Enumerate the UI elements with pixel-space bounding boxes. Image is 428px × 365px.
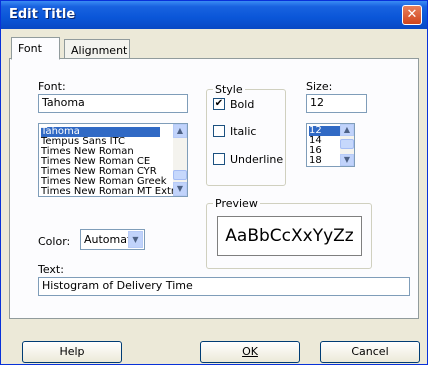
bold-label: Bold (230, 98, 255, 111)
preview-sample: AaBbCcXxYyZz (217, 216, 362, 256)
scroll-thumb[interactable] (340, 139, 354, 149)
scroll-down-button[interactable]: ▼ (173, 182, 187, 196)
size-list-item[interactable]: 18 (309, 156, 322, 166)
dropdown-button[interactable]: ▼ (128, 231, 143, 248)
title-bar[interactable]: Edit Title ✕ (1, 1, 427, 29)
scroll-down-button[interactable]: ▼ (340, 154, 354, 166)
font-list-scrollbar[interactable]: ▲ ▼ (173, 124, 187, 196)
close-icon: ✕ (406, 7, 418, 22)
size-label: Size: (306, 80, 333, 93)
tab-font[interactable]: Font (11, 37, 60, 60)
window-title: Edit Title (9, 7, 76, 22)
text-label: Text: (38, 263, 64, 276)
italic-label: Italic (230, 125, 257, 138)
color-select[interactable]: Automatic ▼ (80, 229, 145, 250)
scroll-thumb[interactable] (173, 170, 187, 180)
tab-alignment[interactable]: Alignment (64, 39, 130, 58)
font-list-item[interactable]: Times New Roman MT Extra (41, 187, 181, 197)
underline-checkbox[interactable] (213, 153, 225, 165)
chevron-up-icon: ▲ (176, 126, 184, 135)
scroll-up-button[interactable]: ▲ (340, 124, 354, 136)
tab-panel-font: Font: Tahoma Tahoma Tempus Sans ITC Time… (9, 58, 419, 319)
title-text-input[interactable]: Histogram of Delivery Time (38, 277, 410, 296)
tab-alignment-label: Alignment (71, 44, 128, 57)
size-input[interactable]: 12 (306, 94, 367, 113)
underline-label: Underline (230, 153, 284, 166)
color-label: Color: (38, 235, 71, 248)
italic-checkbox[interactable] (213, 125, 225, 137)
size-list-scrollbar[interactable]: ▲ ▼ (340, 124, 354, 166)
style-group-title: Style (213, 83, 245, 96)
tab-font-label: Font (18, 42, 42, 55)
checkmark-icon: ✔ (214, 98, 224, 109)
ok-button-label: OK (242, 345, 258, 358)
font-name-input[interactable]: Tahoma (38, 94, 188, 113)
edit-title-dialog: Edit Title ✕ Font Alignment Font: Tahoma… (0, 0, 428, 365)
ok-button[interactable]: OK (200, 341, 300, 363)
bold-checkbox[interactable]: ✔ (213, 98, 225, 110)
size-listbox[interactable]: 12 14 16 18 ▲ ▼ (306, 123, 355, 167)
chevron-down-icon: ▼ (132, 235, 139, 244)
chevron-down-icon: ▼ (176, 184, 184, 193)
chevron-up-icon: ▲ (343, 125, 351, 134)
help-button[interactable]: Help (22, 341, 122, 363)
close-button[interactable]: ✕ (402, 5, 422, 25)
scroll-up-button[interactable]: ▲ (173, 124, 187, 138)
preview-group-title: Preview (213, 197, 260, 210)
font-label: Font: (38, 80, 66, 93)
chevron-down-icon: ▼ (343, 155, 351, 164)
cancel-button[interactable]: Cancel (320, 341, 420, 363)
font-listbox[interactable]: Tahoma Tempus Sans ITC Times New Roman T… (38, 123, 188, 197)
